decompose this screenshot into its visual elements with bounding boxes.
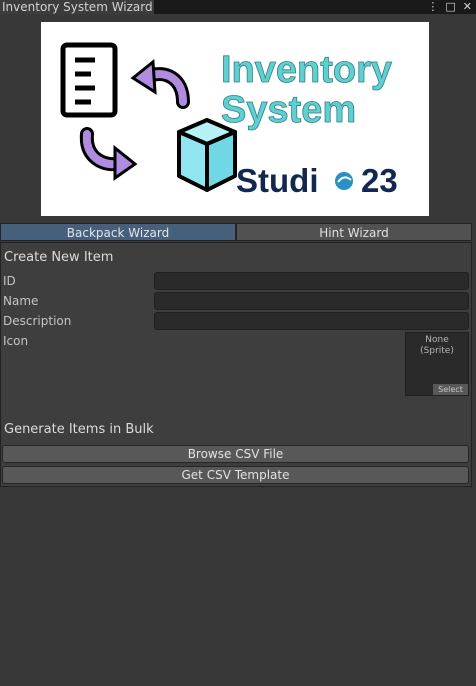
window-tab[interactable]: Inventory System Wizard — [0, 0, 154, 14]
id-field[interactable] — [154, 272, 469, 290]
name-field[interactable] — [154, 292, 469, 310]
sprite-none-line2: (Sprite) — [420, 346, 454, 356]
sprite-none-line1: None — [425, 335, 449, 345]
tab-hint-wizard[interactable]: Hint Wizard — [236, 223, 472, 241]
create-item-heading: Create New Item — [4, 250, 114, 265]
icon-label: Icon — [3, 334, 29, 348]
window-titlebar: Inventory System Wizard ⋮ □ ✕ — [0, 0, 476, 14]
icon-sprite-field[interactable]: None (Sprite) Select — [405, 332, 469, 396]
brand-name-part1: Studi — [236, 162, 318, 199]
brand-name-part2: 23 — [361, 162, 398, 199]
forward-arrow-icon — [79, 127, 138, 181]
wizard-tabs: Backpack Wizard Hint Wizard — [0, 223, 472, 241]
sprite-empty-text: None (Sprite) — [406, 335, 468, 357]
sprite-select-button[interactable]: Select — [433, 384, 468, 395]
window-controls: ⋮ □ ✕ — [427, 0, 472, 14]
banner-title-line2: System — [221, 89, 356, 131]
get-csv-template-button[interactable]: Get CSV Template — [2, 466, 469, 484]
return-arrow-icon — [130, 59, 190, 109]
browse-csv-button[interactable]: Browse CSV File — [2, 445, 469, 463]
bulk-heading: Generate Items in Bulk — [4, 422, 154, 437]
description-field[interactable] — [154, 312, 469, 330]
document-icon — [60, 42, 118, 118]
more-options-icon[interactable]: ⋮ — [427, 0, 438, 14]
close-icon[interactable]: ✕ — [463, 0, 472, 14]
id-label: ID — [3, 274, 16, 288]
tab-backpack-wizard[interactable]: Backpack Wizard — [0, 223, 236, 241]
description-label: Description — [3, 314, 72, 328]
maximize-icon[interactable]: □ — [445, 0, 455, 14]
name-label: Name — [3, 294, 39, 308]
inventory-system-banner: Inventory System Studi 23 — [41, 22, 429, 216]
banner-title-line1: Inventory — [221, 49, 392, 91]
